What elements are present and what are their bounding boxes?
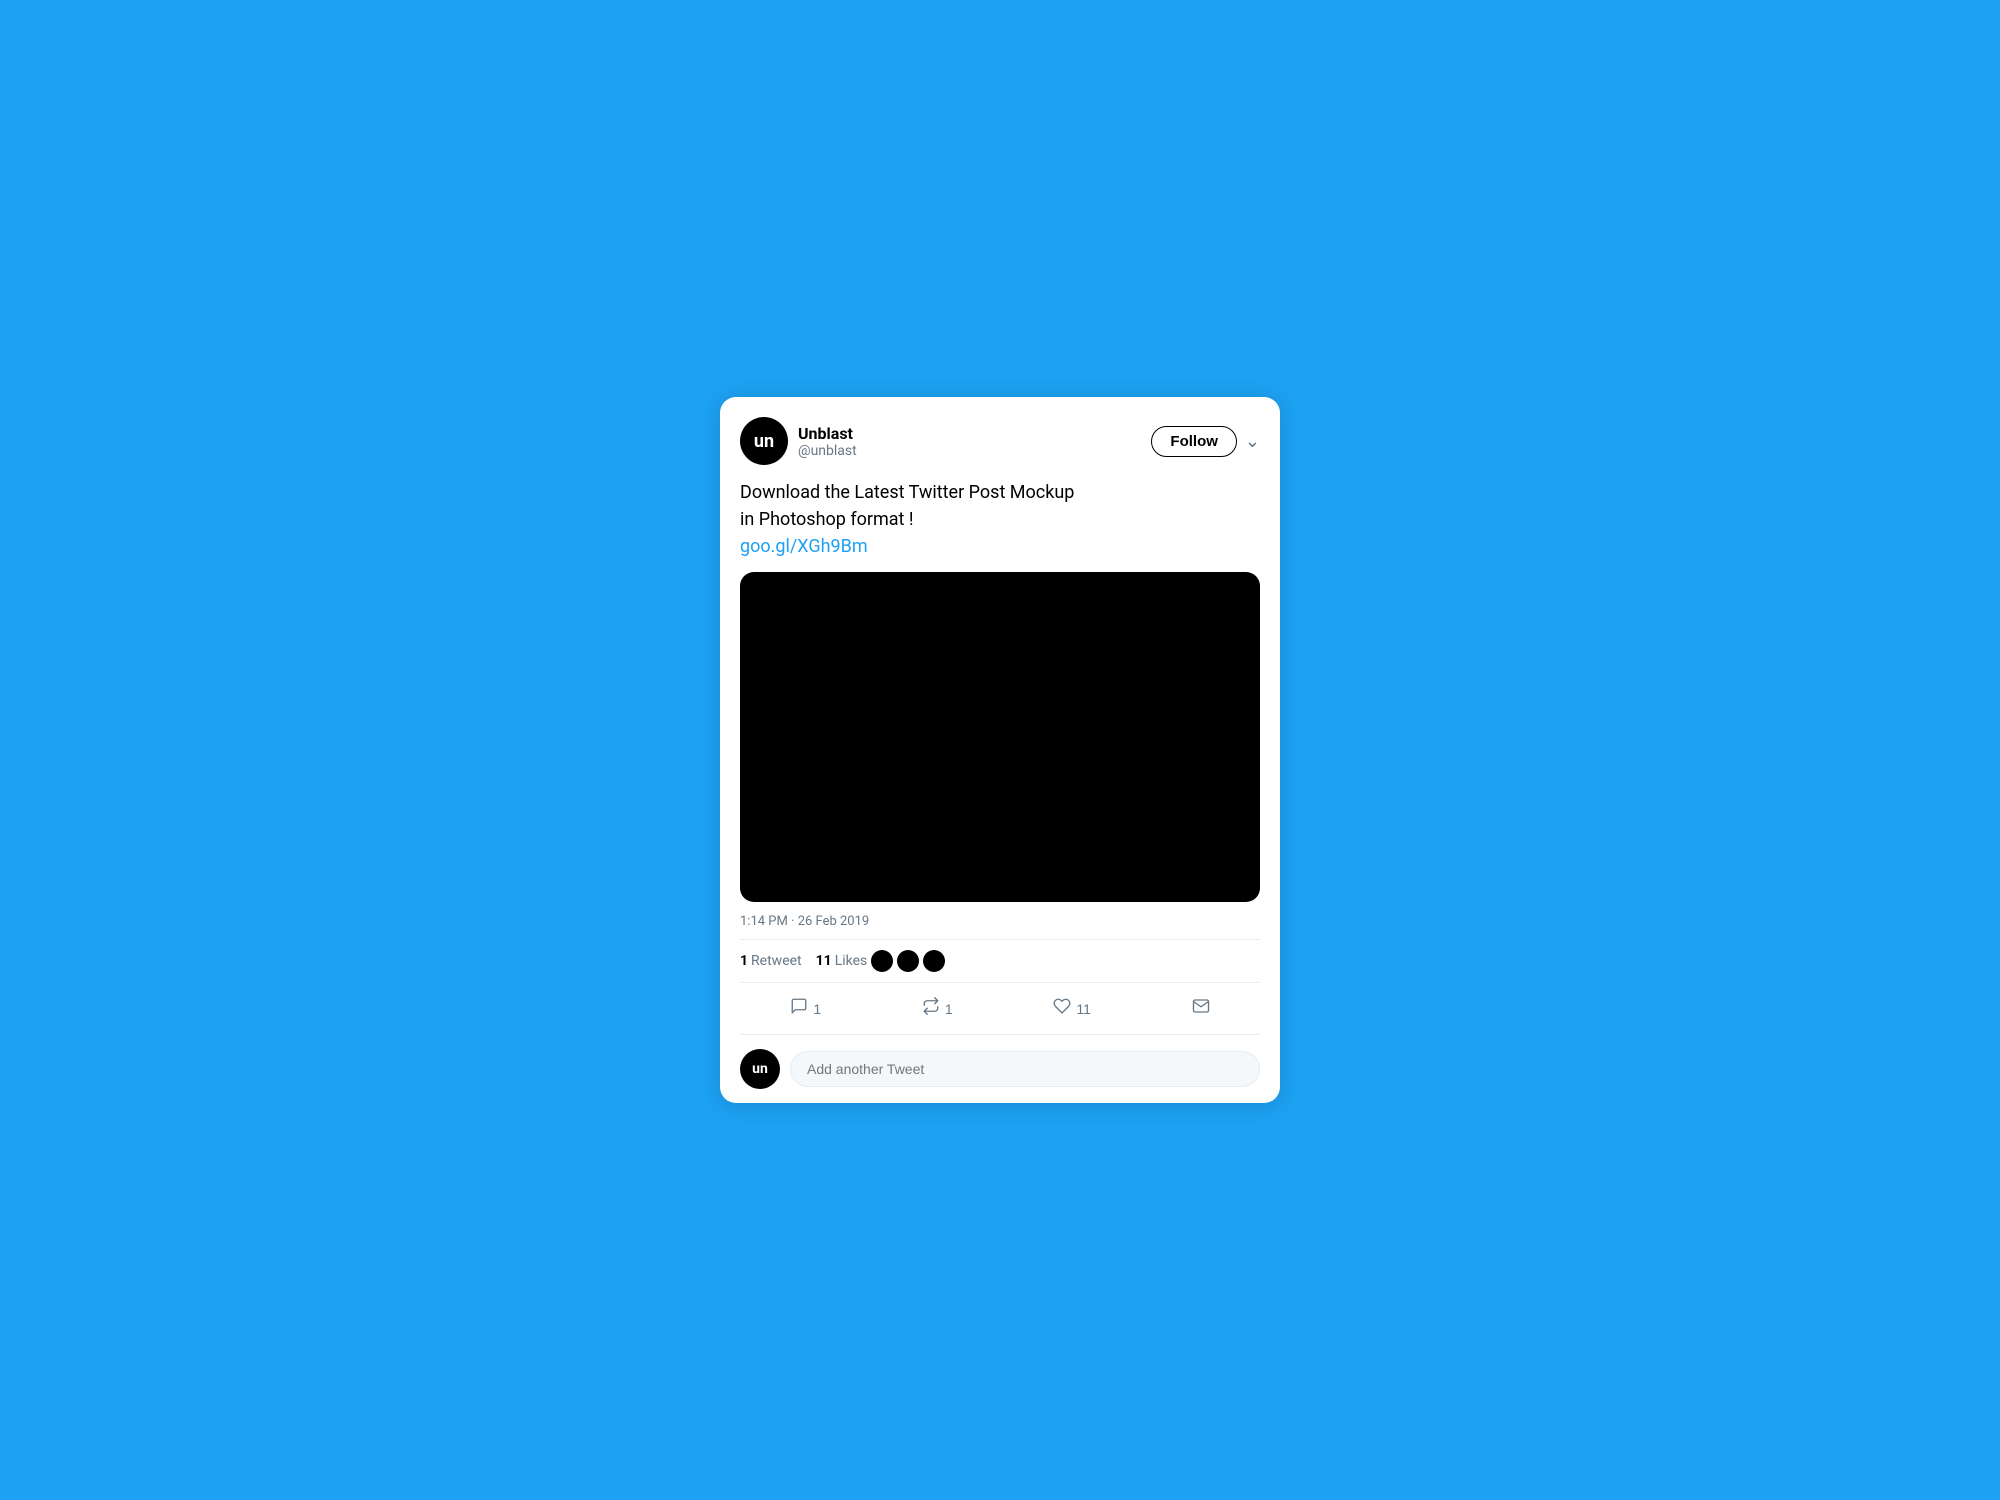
mail-icon [1192, 997, 1210, 1020]
like-button[interactable]: 11 [1043, 991, 1101, 1026]
add-tweet-avatar-initials: un [752, 1061, 768, 1077]
user-name: Unblast [798, 424, 857, 443]
retweet-stat: 1 Retweet [740, 953, 802, 969]
like-action-count: 11 [1076, 1001, 1091, 1017]
like-avatar-2 [897, 950, 919, 972]
dm-button[interactable] [1182, 991, 1220, 1026]
retweet-icon [922, 997, 940, 1020]
retweet-label: Retweet [751, 953, 802, 969]
reply-icon [790, 997, 808, 1020]
user-info: Unblast @unblast [798, 424, 857, 459]
likes-label: Likes [835, 953, 868, 969]
retweet-count: 1 [740, 953, 748, 969]
tweet-stats: 1 Retweet 11 Likes [740, 950, 1260, 983]
user-handle: @unblast [798, 443, 857, 459]
tweet-text-line1: Download the Latest Twitter Post Mockup [740, 482, 1074, 503]
avatar: un [740, 417, 788, 465]
reply-count: 1 [813, 1001, 821, 1017]
tweet-card: un Unblast @unblast Follow ⌄ Download th… [720, 397, 1280, 1103]
avatar-initials: un [754, 431, 774, 452]
retweet-button[interactable]: 1 [912, 991, 963, 1026]
tweet-text-line2: in Photoshop format ! [740, 509, 914, 530]
tweet-text: Download the Latest Twitter Post Mockup … [740, 479, 1260, 560]
like-avatars: 11 Likes [816, 950, 946, 972]
add-tweet-input[interactable] [790, 1051, 1260, 1087]
tweet-header: un Unblast @unblast Follow ⌄ [740, 417, 1260, 465]
like-avatar-3 [923, 950, 945, 972]
add-tweet-avatar: un [740, 1049, 780, 1089]
tweet-header-left: un Unblast @unblast [740, 417, 857, 465]
like-avatar-1 [871, 950, 893, 972]
tweet-link[interactable]: goo.gl/XGh9Bm [740, 536, 868, 557]
tweet-header-right: Follow ⌄ [1151, 426, 1260, 457]
tweet-actions: 1 1 11 [740, 983, 1260, 1035]
add-tweet-area: un [740, 1035, 1260, 1103]
chevron-down-icon[interactable]: ⌄ [1245, 431, 1260, 452]
retweet-action-count: 1 [945, 1001, 953, 1017]
reply-button[interactable]: 1 [780, 991, 831, 1026]
heart-icon [1053, 997, 1071, 1020]
follow-button[interactable]: Follow [1151, 426, 1237, 457]
likes-count: 11 [816, 953, 832, 969]
tweet-image [740, 572, 1260, 902]
tweet-timestamp: 1:14 PM · 26 Feb 2019 [740, 914, 1260, 940]
likes-stat: 11 Likes [816, 953, 868, 969]
